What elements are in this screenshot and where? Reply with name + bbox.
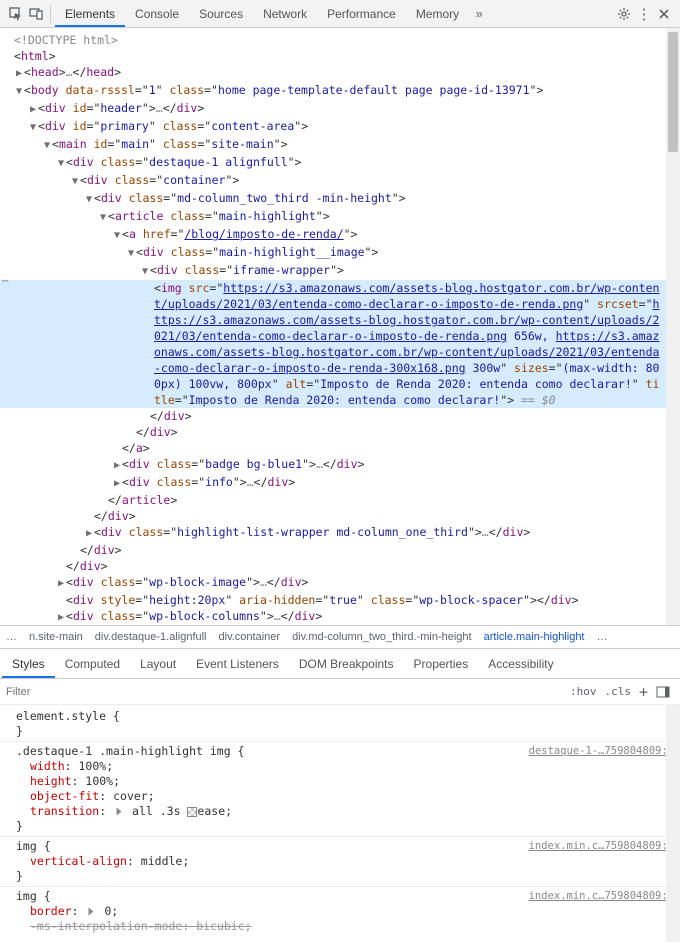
breadcrumb-item[interactable]: n.site-main — [29, 631, 83, 643]
close-devtools-icon[interactable] — [654, 4, 674, 24]
breadcrumb-item[interactable]: div.destaque-1.alignfull — [95, 631, 207, 643]
dom-line[interactable]: <div style="height:20px" aria-hidden="tr… — [0, 592, 680, 608]
settings-icon[interactable] — [614, 4, 634, 24]
tab-memory[interactable]: Memory — [406, 1, 469, 27]
css-property[interactable]: vertical-align: middle; — [16, 854, 674, 869]
style-rule[interactable]: index.min.c…759804809:1 img { border: 0;… — [0, 887, 680, 936]
tab-performance[interactable]: Performance — [317, 1, 406, 27]
tab-console[interactable]: Console — [125, 1, 189, 27]
breadcrumb-item[interactable]: div.md-column_two_third.-min-height — [292, 631, 472, 643]
inspect-element-icon[interactable] — [6, 4, 26, 24]
styles-filter-input[interactable] — [6, 686, 566, 698]
dom-line[interactable]: ▶<div class="wp-block-image">…</div> — [0, 574, 680, 592]
dom-line[interactable]: ▼<div class="main-highlight__image"> — [0, 244, 680, 262]
subtab-styles[interactable]: Styles — [2, 650, 55, 678]
rule-source-link[interactable]: destaque-1-…759804809:1 — [529, 744, 674, 759]
tab-network[interactable]: Network — [253, 1, 317, 27]
collapse-arrow-icon[interactable]: ▼ — [14, 84, 24, 100]
expand-shorthand-icon[interactable] — [117, 808, 122, 816]
css-property-overridden[interactable]: -ms-interpolation-mode: bicubic; — [16, 919, 674, 934]
css-property[interactable]: height: 100%; — [16, 774, 674, 789]
dom-line[interactable]: ▼<div class="container"> — [0, 172, 680, 190]
dom-line[interactable]: ▼<main id="main" class="site-main"> — [0, 136, 680, 154]
tab-elements[interactable]: Elements — [55, 1, 125, 27]
style-rule[interactable]: element.style { } — [0, 707, 680, 742]
style-rule[interactable]: destaque-1-…759804809:1 .destaque-1 .mai… — [0, 742, 680, 837]
dom-line-selected[interactable]: <img src="https://s3.amazonaws.com/asset… — [0, 280, 680, 408]
css-property[interactable]: width: 100%; — [16, 759, 674, 774]
divider — [50, 5, 51, 23]
more-tabs-icon[interactable]: » — [469, 4, 489, 24]
css-property[interactable]: transition: all .3s ease; — [16, 804, 674, 819]
dom-line[interactable]: ▶<div class="wp-block-columns">…</div> — [0, 608, 680, 625]
bezier-swatch-icon[interactable] — [187, 807, 197, 817]
scrollbar[interactable] — [666, 28, 680, 625]
scrollbar[interactable] — [666, 705, 680, 942]
dom-line[interactable]: </a> — [0, 440, 680, 456]
css-property[interactable]: border: 0; — [16, 904, 674, 919]
breadcrumb-item[interactable]: div.container — [219, 631, 281, 643]
breadcrumb-item[interactable]: … — [6, 631, 17, 643]
dom-line[interactable]: ▶<div class="info">…</div> — [0, 474, 680, 492]
dom-line[interactable]: ▶<div class="badge bg-blue1">…</div> — [0, 456, 680, 474]
elements-dom-tree[interactable]: ⋯ <!DOCTYPE html> <html> ▶<head>…</head>… — [0, 28, 680, 625]
kebab-menu-icon[interactable]: ⋮ — [634, 4, 654, 24]
toggle-cls-button[interactable]: .cls — [600, 685, 635, 698]
dom-line[interactable]: <!DOCTYPE html> — [0, 32, 680, 48]
subtab-dom-breakpoints[interactable]: DOM Breakpoints — [289, 650, 404, 678]
breadcrumb-item[interactable]: … — [597, 631, 608, 643]
selection-marker: ⋯ — [0, 274, 9, 287]
subtab-accessibility[interactable]: Accessibility — [478, 650, 563, 678]
elements-breadcrumb[interactable]: … n.site-main div.destaque-1.alignfull d… — [0, 625, 680, 649]
expand-shorthand-icon[interactable] — [89, 908, 94, 916]
dom-line[interactable]: ▼<article class="main-highlight"> — [0, 208, 680, 226]
dom-line[interactable]: ▼<a href="/blog/imposto-de-renda/"> — [0, 226, 680, 244]
dom-line[interactable]: ▼<div class="md-column_two_third -min-he… — [0, 190, 680, 208]
subtab-computed[interactable]: Computed — [55, 650, 130, 678]
dom-line[interactable]: ▶<head>…</head> — [0, 64, 680, 82]
dom-line[interactable]: ▼<div class="destaque-1 alignfull"> — [0, 154, 680, 172]
dom-line[interactable]: </div> — [0, 408, 680, 424]
styles-panel[interactable]: element.style { } destaque-1-…759804809:… — [0, 705, 680, 942]
subtab-event-listeners[interactable]: Event Listeners — [186, 650, 289, 678]
device-toolbar-icon[interactable] — [26, 4, 46, 24]
expand-arrow-icon[interactable]: ▶ — [14, 66, 24, 82]
devtools-main-toolbar: Elements Console Sources Network Perform… — [0, 0, 680, 28]
subtab-properties[interactable]: Properties — [404, 650, 479, 678]
dom-line[interactable]: </article> — [0, 492, 680, 508]
new-style-rule-icon[interactable]: + — [635, 683, 652, 701]
subtab-layout[interactable]: Layout — [130, 650, 186, 678]
style-rule[interactable]: index.min.c…759804809:1 img { vertical-a… — [0, 837, 680, 887]
dom-line[interactable]: </div> — [0, 424, 680, 440]
rule-selector[interactable]: element.style { — [16, 709, 674, 724]
tab-sources[interactable]: Sources — [189, 1, 253, 27]
dom-line[interactable]: ▼<div id="primary" class="content-area"> — [0, 118, 680, 136]
dom-line[interactable]: </div> — [0, 558, 680, 574]
css-property[interactable]: object-fit: cover; — [16, 789, 674, 804]
scrollbar-thumb[interactable] — [668, 32, 678, 152]
toggle-hov-button[interactable]: :hov — [566, 685, 601, 698]
dom-line[interactable]: ▼<div class="iframe-wrapper"> — [0, 262, 680, 280]
dom-line[interactable]: ▼<body data-rsssl="1" class="home page-t… — [0, 82, 680, 100]
dom-line[interactable]: ▶<div id="header">…</div> — [0, 100, 680, 118]
styles-filter-row: :hov .cls + — [0, 679, 680, 705]
dom-line[interactable]: ▶<div class="highlight-list-wrapper md-c… — [0, 524, 680, 542]
styles-subtabs: Styles Computed Layout Event Listeners D… — [0, 649, 680, 679]
rule-source-link[interactable]: index.min.c…759804809:1 — [529, 839, 674, 854]
toggle-panel-icon[interactable] — [652, 686, 674, 698]
breadcrumb-item[interactable]: article.main-highlight — [484, 631, 585, 643]
dom-line[interactable]: </div> — [0, 508, 680, 524]
dom-line[interactable]: </div> — [0, 542, 680, 558]
rule-source-link[interactable]: index.min.c…759804809:1 — [529, 889, 674, 904]
dom-line[interactable]: <html> — [0, 48, 680, 64]
